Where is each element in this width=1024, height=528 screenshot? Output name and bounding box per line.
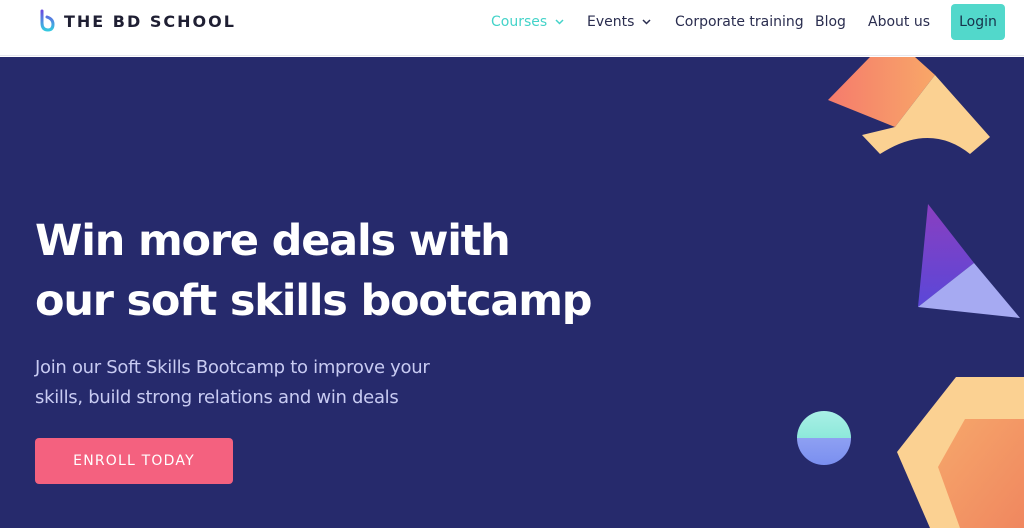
nav-item-about-us[interactable]: About us [868, 12, 930, 32]
circle-shape [797, 411, 851, 465]
brand-link[interactable]: THE BD SCHOOL [38, 9, 236, 33]
nav-item-label: About us [868, 14, 931, 30]
headline-line: Win more deals with [35, 216, 511, 266]
hero-headline: Win more deals with our soft skills boot… [35, 211, 675, 331]
nav-item-blog[interactable]: Blog [815, 12, 846, 32]
brand-name: THE BD SCHOOL [64, 11, 236, 31]
orange-shape-top [828, 57, 990, 154]
login-button[interactable]: Login [951, 4, 1005, 40]
hexagon-shape [897, 377, 1024, 528]
subtext-line: skills, build strong relations and win d… [35, 387, 399, 408]
chevron-down-icon [642, 19, 651, 25]
nav-item-label: Corporate training [675, 14, 804, 30]
hero-subtext: Join our Soft Skills Bootcamp to improve… [35, 353, 535, 413]
nav-item-label: Courses [491, 14, 548, 30]
triangle-shape [918, 204, 1020, 318]
nav-item-label: Blog [815, 14, 846, 30]
nav-item-label: Events [587, 14, 635, 30]
chevron-down-icon [555, 19, 564, 25]
top-navigation: THE BD SCHOOL Courses Events Corporate t… [0, 0, 1024, 56]
hero-section: Win more deals with our soft skills boot… [0, 57, 1024, 528]
nav-item-courses[interactable]: Courses [491, 12, 564, 32]
subtext-line: Join our Soft Skills Bootcamp to improve… [35, 357, 430, 378]
enroll-today-button[interactable]: ENROLL TODAY [35, 438, 233, 484]
brand-logo-icon [40, 9, 55, 32]
nav-item-corporate-training[interactable]: Corporate training [675, 12, 804, 32]
headline-line: our soft skills bootcamp [35, 276, 593, 326]
nav-item-events[interactable]: Events [587, 12, 651, 32]
